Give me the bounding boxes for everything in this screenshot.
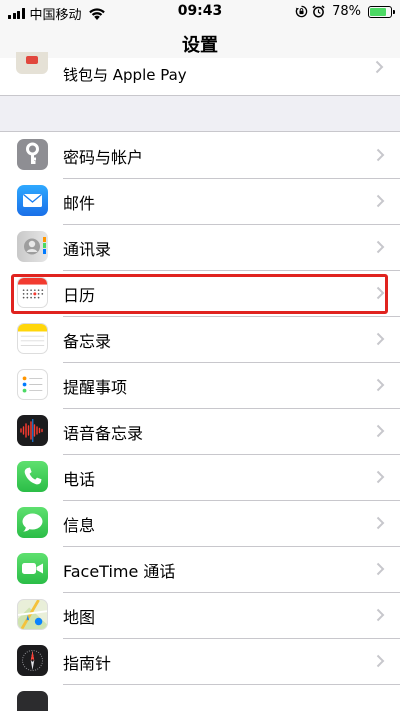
chevron-right-icon: [376, 516, 385, 530]
chevron-right-icon: [376, 378, 385, 392]
settings-item-maps[interactable]: 地图: [0, 592, 400, 638]
calendar-icon: [17, 277, 48, 308]
phone-icon: [17, 461, 48, 492]
settings-item-label: 日历: [63, 286, 96, 305]
settings-item-partial[interactable]: [0, 684, 400, 711]
battery-fill: [370, 7, 386, 16]
wallet-icon: [16, 52, 48, 74]
chevron-right-icon: [376, 654, 385, 668]
settings-item-label: 指南针: [63, 654, 112, 673]
settings-item-label: 通讯录: [63, 240, 112, 259]
settings-item-contacts[interactable]: 通讯录: [0, 224, 400, 270]
settings-item-wallet[interactable]: 钱包与 Apple Pay: [0, 52, 400, 96]
chevron-right-icon: [375, 60, 384, 74]
settings-item-label: 提醒事项: [63, 378, 128, 397]
settings-item-label: 邮件: [63, 194, 96, 213]
status-bar: 中国移动 09:43 78%: [0, 0, 400, 24]
settings-item-passwords-accounts[interactable]: 密码与帐户: [0, 132, 400, 178]
messages-icon: [17, 507, 48, 538]
battery-icon: [368, 5, 395, 18]
battery-percent: 78%: [332, 4, 361, 19]
maps-icon: [17, 599, 48, 630]
chevron-right-icon: [376, 608, 385, 622]
mail-icon: [17, 185, 48, 216]
settings-item-voice-memos[interactable]: 语音备忘录: [0, 408, 400, 454]
settings-item-label: 地图: [63, 608, 96, 627]
key-icon: [17, 139, 48, 170]
settings-item-facetime[interactable]: FaceTime 通话: [0, 546, 400, 592]
compass-icon: [17, 645, 48, 676]
chevron-right-icon: [376, 470, 385, 484]
chevron-right-icon: [376, 286, 385, 300]
settings-item-label: 电话: [63, 470, 96, 489]
settings-item-label: 备忘录: [63, 332, 112, 351]
settings-item-reminders[interactable]: 提醒事项: [0, 362, 400, 408]
settings-item-label: 钱包与 Apple Pay: [63, 66, 187, 84]
orientation-lock-icon: [295, 5, 308, 18]
settings-item-calendar[interactable]: 日历: [0, 270, 400, 316]
settings-item-phone[interactable]: 电话: [0, 454, 400, 500]
chevron-right-icon: [376, 562, 385, 576]
alarm-icon: [312, 5, 325, 18]
settings-item-label: 语音备忘录: [63, 424, 144, 443]
chevron-right-icon: [376, 332, 385, 346]
chevron-right-icon: [376, 424, 385, 438]
settings-item-mail[interactable]: 邮件: [0, 178, 400, 224]
settings-item-messages[interactable]: 信息: [0, 500, 400, 546]
facetime-icon: [17, 553, 48, 584]
chevron-right-icon: [376, 148, 385, 162]
notes-icon: [17, 323, 48, 354]
reminders-icon: [17, 369, 48, 400]
settings-group: 密码与帐户 邮件 通讯录 日历 备忘录 提醒事项 语音备忘录 电话 信息 Fac…: [0, 131, 400, 711]
voice-memos-icon: [17, 415, 48, 446]
app-icon: [17, 691, 48, 711]
settings-item-label: 信息: [63, 516, 96, 535]
settings-item-label: FaceTime 通话: [63, 562, 176, 581]
contacts-icon: [17, 231, 48, 262]
settings-item-compass[interactable]: 指南针: [0, 638, 400, 684]
chevron-right-icon: [376, 194, 385, 208]
settings-item-notes[interactable]: 备忘录: [0, 316, 400, 362]
chevron-right-icon: [376, 240, 385, 254]
settings-item-label: 密码与帐户: [63, 148, 144, 167]
